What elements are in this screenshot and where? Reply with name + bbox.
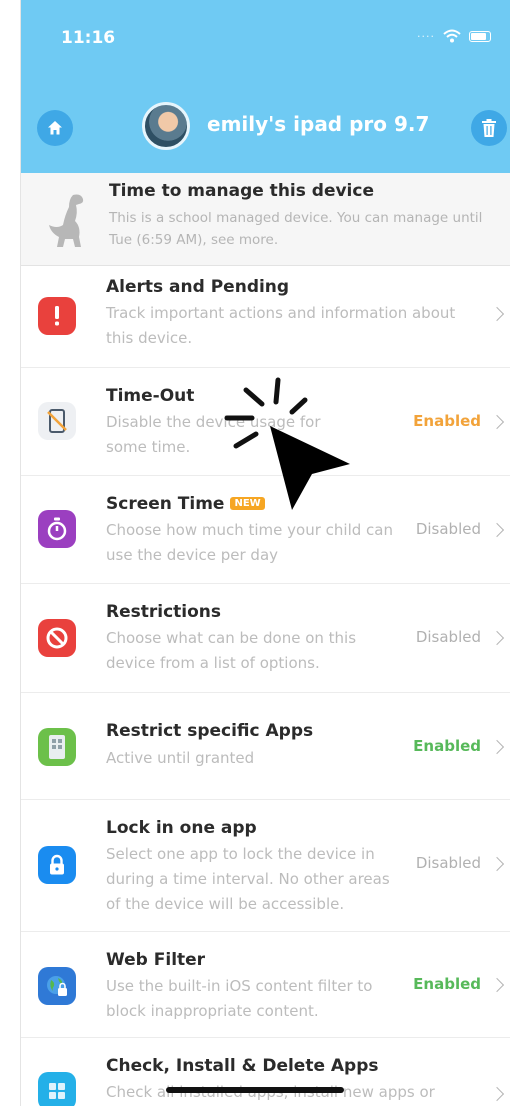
row-desc: Use the built-in iOS content filter to b… bbox=[106, 977, 373, 1020]
row-title: Restrict specific Apps bbox=[106, 721, 314, 741]
manage-title: Time to manage this device bbox=[109, 181, 374, 201]
row-title: Lock in one app bbox=[106, 818, 257, 838]
chevron-right-icon bbox=[489, 1086, 505, 1102]
web-filter-icon bbox=[38, 967, 76, 1005]
home-indicator bbox=[166, 1087, 344, 1093]
row-desc: Select one app to lock the device in dur… bbox=[106, 845, 390, 913]
chevron-right-icon bbox=[489, 977, 505, 993]
row-title: Alerts and Pending bbox=[106, 277, 290, 297]
dinosaur-icon bbox=[49, 194, 84, 247]
status-icons: ···· bbox=[417, 29, 491, 43]
status-badge: Enabled bbox=[413, 737, 481, 755]
chevron-right-icon bbox=[489, 306, 505, 322]
trash-icon bbox=[482, 119, 496, 137]
chevron-right-icon bbox=[489, 856, 505, 872]
row-title: Restrictions bbox=[106, 602, 222, 622]
list-item-restrictions[interactable]: Restrictions Choose what can be done on … bbox=[21, 584, 510, 693]
app-grid-icon bbox=[38, 1072, 76, 1106]
stopwatch-icon bbox=[38, 510, 76, 548]
restriction-icon bbox=[38, 619, 76, 657]
battery-icon bbox=[469, 30, 491, 42]
status-badge: Disabled bbox=[415, 628, 481, 646]
apps-icon bbox=[38, 728, 76, 766]
row-desc: Active until granted bbox=[106, 749, 255, 767]
signal-icon: ···· bbox=[417, 29, 435, 43]
wifi-icon bbox=[443, 29, 461, 43]
new-badge: NEW bbox=[230, 497, 265, 510]
chevron-right-icon bbox=[489, 522, 505, 538]
chevron-right-icon bbox=[489, 739, 505, 755]
row-title: Web Filter bbox=[106, 950, 206, 970]
trash-button[interactable] bbox=[471, 110, 507, 146]
row-title: Screen Time NEW bbox=[106, 494, 265, 514]
status-badge: Disabled bbox=[415, 854, 481, 872]
device-name[interactable]: emily's ipad pro 9.7 bbox=[207, 112, 429, 136]
manage-banner[interactable]: Time to manage this device This is a sch… bbox=[21, 173, 510, 266]
alert-icon bbox=[38, 297, 76, 335]
list-item-alerts[interactable]: Alerts and Pending Track important actio… bbox=[21, 265, 510, 368]
header-bar: 11:16 ···· emily's ipad pro 9.7 bbox=[21, 0, 510, 173]
row-desc: Choose how much time your child can use … bbox=[106, 521, 393, 564]
list-item-screen-time[interactable]: Screen Time NEW Choose how much time your… bbox=[21, 476, 510, 584]
avatar[interactable] bbox=[142, 102, 190, 150]
chevron-right-icon bbox=[489, 414, 505, 430]
lock-icon bbox=[38, 846, 76, 884]
status-badge: Enabled bbox=[413, 412, 481, 430]
row-desc: Choose what can be done on this device f… bbox=[106, 629, 357, 672]
timeout-icon bbox=[38, 402, 76, 440]
chevron-right-icon bbox=[489, 630, 505, 646]
status-badge: Enabled bbox=[413, 975, 481, 993]
phone-screen: 11:16 ···· emily's ipad pro 9.7 Time to … bbox=[20, 0, 510, 1106]
list-item-lock-app[interactable]: Lock in one app Select one app to lock t… bbox=[21, 800, 510, 932]
row-title: Time-Out bbox=[106, 386, 195, 406]
list-item-restrict-apps[interactable]: Restrict specific Apps Active until gran… bbox=[21, 693, 510, 800]
status-badge: Disabled bbox=[415, 520, 481, 538]
home-button[interactable] bbox=[37, 110, 73, 146]
list-item-web-filter[interactable]: Web Filter Use the built-in iOS content … bbox=[21, 932, 510, 1038]
list-item-check-apps[interactable]: Check, Install & Delete Apps Check all i… bbox=[21, 1038, 510, 1106]
home-icon bbox=[48, 121, 62, 135]
list-item-timeout[interactable]: Time-Out Disable the device usage for so… bbox=[21, 368, 510, 476]
row-title: Check, Install & Delete Apps bbox=[106, 1056, 379, 1076]
status-time: 11:16 bbox=[61, 28, 116, 48]
row-desc: Disable the device usage for some time. bbox=[106, 413, 321, 456]
manage-desc: This is a school managed device. You can… bbox=[109, 210, 483, 248]
row-desc: Track important actions and information … bbox=[106, 304, 456, 347]
